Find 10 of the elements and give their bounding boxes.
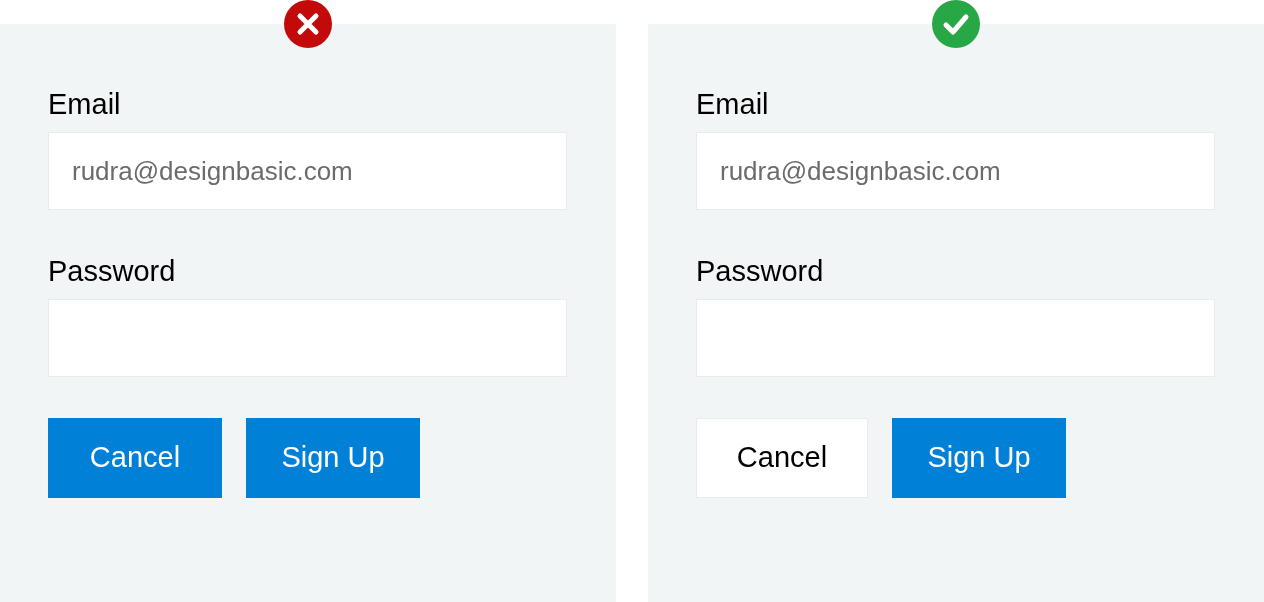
field-label: Password [48,254,176,288]
cancel-button[interactable]: Cancel [696,418,868,498]
field-label: Email [696,87,769,121]
sign-up-button[interactable]: Sign Up [892,418,1066,498]
sign-up-button[interactable]: Sign Up [246,418,420,498]
field-label: Email [48,87,121,121]
cancel-button[interactable]: Cancel [48,418,222,498]
email-field[interactable]: rudra@designbasic.com [48,132,567,210]
email-field[interactable]: rudra@designbasic.com [696,132,1215,210]
field-label: Password [696,254,824,288]
